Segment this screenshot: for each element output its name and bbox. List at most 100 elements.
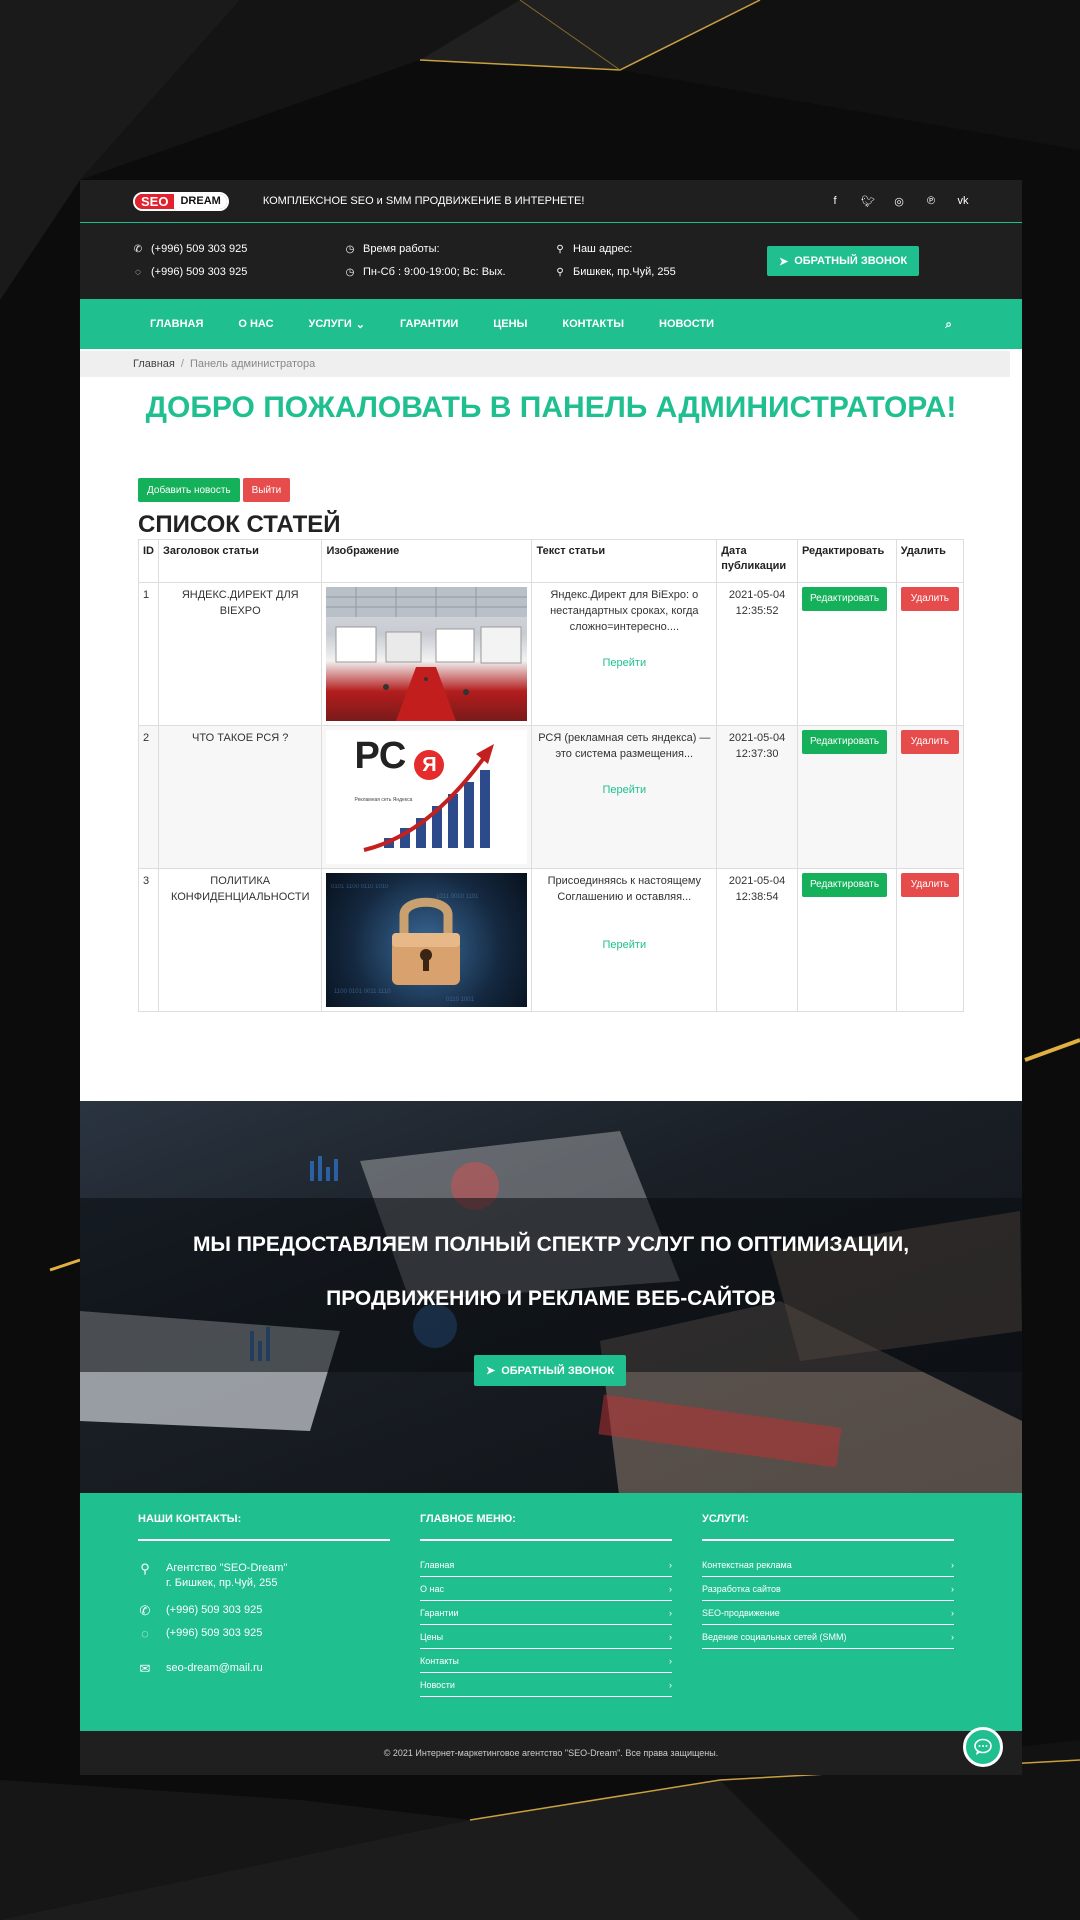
cell-title: ПОЛИТИКА КОНФИДЕНЦИАЛЬНОСТИ — [157, 868, 323, 1012]
chevron-right-icon: › — [951, 1584, 954, 1594]
page-container: SEO DREAM КОМПЛЕКСНОЕ SEO и SMM ПРОДВИЖЕ… — [80, 180, 1022, 1775]
cell-date: 2021-05-04 12:37:30 — [716, 725, 798, 869]
banner-callback-button[interactable]: ➤ ОБРАТНЫЙ ЗВОНОК — [474, 1355, 627, 1386]
paper-plane-icon: ➤ — [486, 1365, 496, 1377]
add-news-button[interactable]: Добавить новость — [138, 478, 240, 502]
footer-address: ⚲ Агентство "SEO-Dream" г. Бишкек, пр.Чу… — [138, 1561, 390, 1591]
cell-title: ЧТО ТАКОЕ РСЯ ? — [157, 725, 323, 869]
articles-list-title: СПИСОК СТАТЕЙ — [138, 511, 341, 538]
top-bar: SEO DREAM КОМПЛЕКСНОЕ SEO и SMM ПРОДВИЖЕ… — [80, 180, 1022, 223]
phone-icon: ✆ — [139, 1603, 151, 1618]
cell-id: 2 — [138, 725, 159, 869]
banner-heading-line-2: ПРОДВИЖЕНИЮ И РЕКЛАМЕ ВЕБ-САЙТОВ — [326, 1287, 776, 1310]
address-label: Наш адрес: — [573, 243, 633, 255]
cell-image — [321, 582, 533, 726]
edit-button[interactable]: Редактировать — [801, 587, 888, 611]
twitter-icon[interactable]: 🐦︎ — [861, 195, 875, 208]
map-pin-icon: ⚲ — [556, 244, 564, 255]
cell-delete: Удалить — [895, 582, 965, 726]
delete-button[interactable]: Удалить — [900, 587, 959, 611]
instagram-icon[interactable]: ◎ — [893, 195, 905, 208]
article-excerpt: Присоединяясь к настоящему Соглашению и … — [547, 875, 702, 903]
footer-service-item[interactable]: SEO-продвижение › — [702, 1601, 954, 1625]
nav-item-services[interactable]: УСЛУГИ ⌄ — [309, 318, 365, 331]
footer-phone-1-text[interactable]: (+996) 509 303 925 — [166, 1603, 262, 1618]
table-row: 2 ЧТО ТАКОЕ РСЯ ? РС Я Рекламная сеть Ян… — [138, 725, 965, 869]
footer-main-menu: ГЛАВНОЕ МЕНЮ: Главная › О нас › Гарантии › … — [420, 1513, 672, 1711]
phone-2[interactable]: (+996) 509 303 925 — [151, 261, 247, 284]
footer-menu-item[interactable]: Гарантии › — [420, 1601, 672, 1625]
edit-button[interactable]: Редактировать — [801, 873, 888, 897]
breadcrumb-home[interactable]: Главная — [133, 358, 175, 370]
footer-service-item[interactable]: Разработка сайтов › — [702, 1577, 954, 1601]
chevron-right-icon: › — [669, 1680, 672, 1690]
banner-heading-line-1: МЫ ПРЕДОСТАВЛЯЕМ ПОЛНЫЙ СПЕКТР УСЛУГ ПО … — [192, 1233, 910, 1256]
delete-button[interactable]: Удалить — [900, 873, 959, 897]
delete-button[interactable]: Удалить — [900, 730, 959, 754]
footer-service-item[interactable]: Контекстная реклама › — [702, 1553, 954, 1577]
nav-item-guarantees[interactable]: ГАРАНТИИ — [400, 318, 458, 330]
paper-plane-icon: ➤ — [779, 255, 789, 268]
cell-image: 0101 1100 0110 1010 1011 0010 1101 1100 … — [321, 868, 533, 1012]
logo[interactable]: SEO DREAM — [133, 191, 229, 211]
footer-phone-2: ◌ (+996) 509 303 925 — [138, 1626, 390, 1641]
article-excerpt: Яндекс.Директ для BiExpo: о нестандартны… — [550, 589, 699, 633]
article-image-rsya: РС Я Рекламная сеть Яндекса — [326, 730, 528, 864]
articles-table: ID Заголовок статьи Изображение Текст ст… — [138, 539, 965, 1012]
footer-email-text[interactable]: seo-dream@mail.ru — [166, 1661, 263, 1676]
footer-email: ✉ seo-dream@mail.ru — [138, 1661, 390, 1676]
cell-delete: Удалить — [895, 725, 965, 869]
footer-contacts: НАШИ КОНТАКТЫ: ⚲ Агентство "SEO-Dream" г… — [138, 1513, 390, 1711]
article-link[interactable]: Перейти — [536, 655, 712, 671]
tagline: КОМПЛЕКСНОЕ SEO и SMM ПРОДВИЖЕНИЕ В ИНТЕ… — [262, 195, 585, 207]
article-link[interactable]: Перейти — [536, 782, 712, 798]
svg-text:0101 1100 0110 1010: 0101 1100 0110 1010 — [331, 884, 389, 890]
phone-1[interactable]: (+996) 509 303 925 — [151, 238, 247, 261]
nav-item-contacts[interactable]: КОНТАКТЫ — [562, 318, 624, 330]
chevron-right-icon: › — [669, 1584, 672, 1594]
phones: ✆ (+996) 509 303 925 ◌ (+996) 509 303 925 — [133, 238, 345, 284]
logout-button[interactable]: Выйти — [242, 478, 291, 502]
footer-menu-item[interactable]: Новости › — [420, 1673, 672, 1697]
map-pin-icon: ⚲ — [556, 267, 564, 278]
footer-menu-item[interactable]: Контакты › — [420, 1649, 672, 1673]
footer-menu-title: ГЛАВНОЕ МЕНЮ: — [420, 1513, 672, 1541]
page-title: ДОБРО ПОЖАЛОВАТЬ В ПАНЕЛЬ АДМИНИСТРАТОРА… — [145, 391, 957, 424]
whatsapp-icon: ◌ — [141, 1626, 149, 1641]
nav-item-news[interactable]: НОВОСТИ — [659, 318, 714, 330]
article-image-expo — [326, 587, 528, 721]
footer-service-item[interactable]: Ведение социальных сетей (SMM) › — [702, 1625, 954, 1649]
cell-text: Яндекс.Директ для BiExpo: о нестандартны… — [531, 582, 718, 726]
search-icon[interactable]: ⌕ — [945, 317, 952, 332]
callback-button[interactable]: ➤ ОБРАТНЫЙ ЗВОНОК — [767, 246, 920, 276]
footer-menu-item[interactable]: Главная › — [420, 1553, 672, 1577]
chat-bubble-icon — [974, 1738, 992, 1755]
admin-actions: Добавить новость Выйти — [138, 478, 1022, 502]
facebook-icon[interactable]: f — [829, 195, 841, 208]
edit-button[interactable]: Редактировать — [801, 730, 888, 754]
map-pin-icon: ⚲ — [140, 1561, 150, 1576]
envelope-icon: ✉ — [139, 1661, 151, 1676]
svg-text:1100 0101 0011 1110: 1100 0101 0011 1110 — [334, 989, 391, 995]
table-header-row: ID Заголовок статьи Изображение Текст ст… — [138, 539, 965, 583]
chat-button[interactable] — [963, 1727, 1003, 1767]
chevron-right-icon: › — [951, 1560, 954, 1570]
chevron-right-icon: › — [951, 1632, 954, 1642]
column-header-text: Текст статьи — [531, 539, 718, 583]
cell-delete: Удалить — [895, 868, 965, 1012]
pinterest-icon[interactable]: ℗ — [925, 195, 937, 208]
nav-item-about[interactable]: О НАС — [238, 318, 273, 330]
nav-item-home[interactable]: ГЛАВНАЯ — [150, 318, 203, 330]
breadcrumb-separator: / — [180, 358, 184, 370]
cell-date: 2021-05-04 12:35:52 — [716, 582, 798, 726]
vk-icon[interactable]: vk — [957, 195, 969, 208]
cell-image: РС Я Рекламная сеть Яндекса — [321, 725, 533, 869]
nav-services-label: УСЛУГИ — [308, 318, 352, 330]
footer-menu-item[interactable]: О нас › — [420, 1577, 672, 1601]
footer-phone-2-text[interactable]: (+996) 509 303 925 — [166, 1626, 262, 1641]
footer-menu-item[interactable]: Цены › — [420, 1625, 672, 1649]
nav-item-prices[interactable]: ЦЕНЫ — [493, 318, 527, 330]
footer-menu-list: Главная › О нас › Гарантии › Цены › Контакты… — [420, 1553, 672, 1697]
article-link[interactable]: Перейти — [536, 937, 712, 953]
chevron-down-icon: ⌄ — [355, 318, 365, 331]
